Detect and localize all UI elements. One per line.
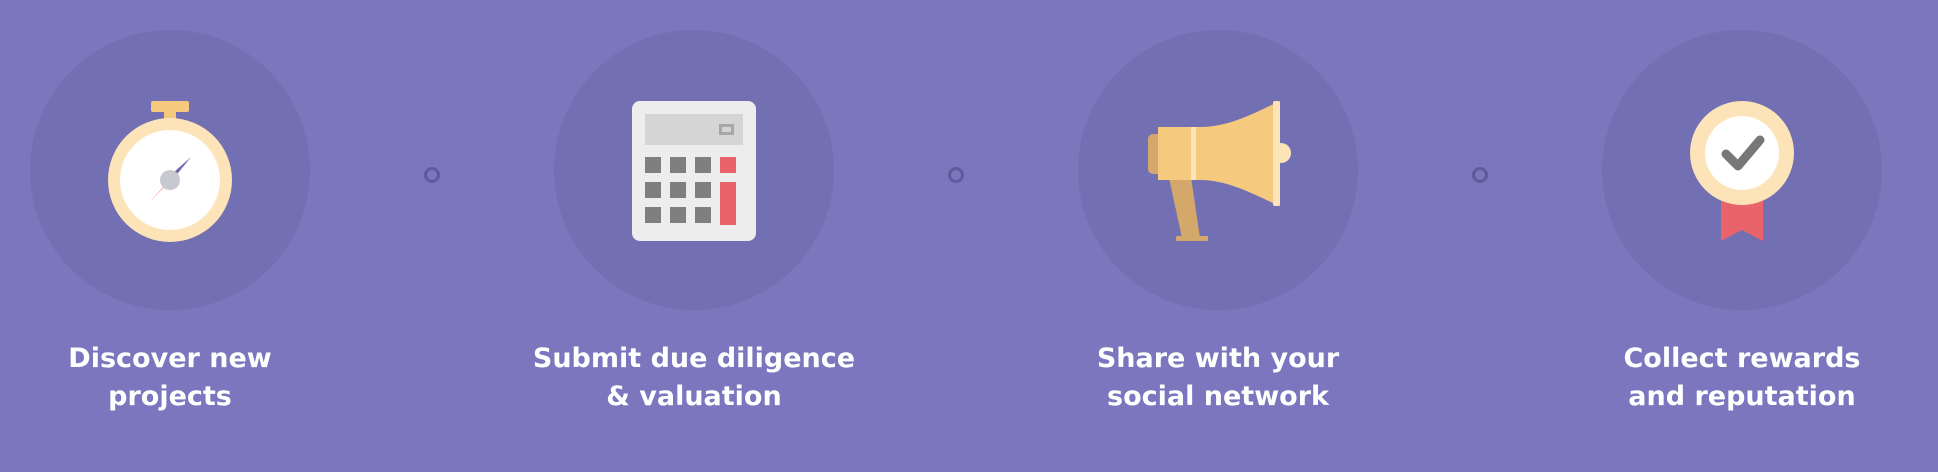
connector-dot [1472, 167, 1488, 183]
connector-dot [424, 167, 440, 183]
step-submit: Submit due diligence & valuation [524, 0, 864, 472]
connector-dot [948, 167, 964, 183]
step-circle [1078, 30, 1358, 310]
step-share: Share with your social network [1048, 0, 1388, 472]
step-label: Submit due diligence & valuation [532, 343, 856, 412]
step-circle [1602, 30, 1882, 310]
step-label: Collect rewards and reputation [1623, 343, 1861, 412]
megaphone-icon [1148, 101, 1291, 241]
step-discover: Discover new projects [0, 0, 340, 472]
step-collect: Collect rewards and reputation [1572, 0, 1912, 472]
step-label: Discover new projects [68, 343, 272, 412]
step-circle [30, 30, 310, 310]
calculator-icon [632, 101, 756, 241]
award-badge-icon [1690, 101, 1794, 241]
stopwatch-icon [108, 101, 232, 242]
step-circle [554, 30, 834, 310]
step-label: Share with your social network [1096, 343, 1340, 412]
